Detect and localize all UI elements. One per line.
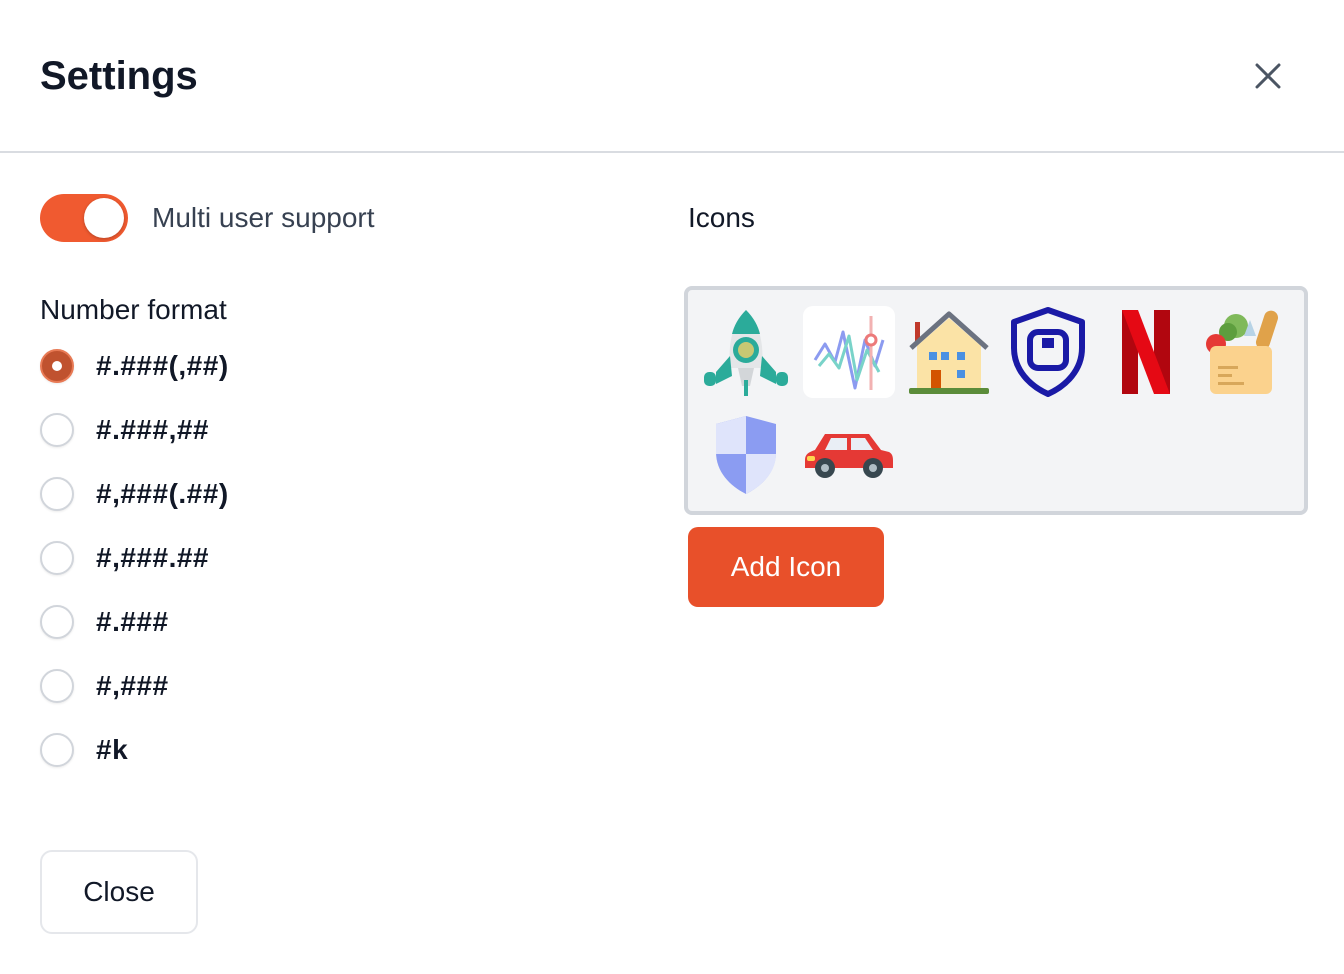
close-button[interactable]: Close <box>40 850 198 934</box>
number-format-option[interactable]: #.###,## <box>40 410 209 450</box>
shield-icon[interactable] <box>700 408 792 500</box>
car-icon[interactable] <box>803 408 895 500</box>
close-icon[interactable] <box>1244 52 1292 100</box>
radio-button[interactable] <box>40 541 74 575</box>
number-format-label: #,###.## <box>96 542 209 573</box>
netflix-logo-icon[interactable] <box>1100 306 1192 398</box>
rocket-icon[interactable] <box>700 306 792 398</box>
number-format-option[interactable]: #k <box>40 730 128 770</box>
number-format-label: #.### <box>96 606 169 637</box>
modal-title: Settings <box>40 54 198 98</box>
number-format-option[interactable]: #.### <box>40 602 169 642</box>
icons-title: Icons <box>688 202 755 233</box>
multi-user-label: Multi user support <box>152 202 375 233</box>
multi-user-toggle[interactable] <box>40 194 128 242</box>
shield-square-icon[interactable] <box>1002 306 1094 398</box>
number-format-option[interactable]: #,### <box>40 666 169 706</box>
number-format-label: #.###,## <box>96 414 209 445</box>
number-format-label: #k <box>96 734 129 765</box>
radio-button[interactable] <box>40 477 74 511</box>
number-format-label: #,### <box>96 670 169 701</box>
number-format-label: #,###(.##) <box>96 478 229 509</box>
number-format-option[interactable]: #.###(,##) <box>40 346 229 386</box>
number-format-label: #.###(,##) <box>96 350 229 381</box>
icon-grid <box>684 286 1308 515</box>
radio-button[interactable] <box>40 605 74 639</box>
radio-button[interactable] <box>40 349 74 383</box>
toggle-knob <box>84 198 124 238</box>
add-icon-button[interactable]: Add Icon <box>688 527 884 607</box>
radio-button[interactable] <box>40 733 74 767</box>
grocery-bag-icon[interactable] <box>1196 306 1288 398</box>
modal-header: Settings <box>0 0 1344 153</box>
number-format-option[interactable]: #,###(.##) <box>40 474 229 514</box>
number-format-option[interactable]: #,###.## <box>40 538 209 578</box>
chart-line-icon[interactable] <box>803 306 895 398</box>
radio-button[interactable] <box>40 669 74 703</box>
number-format-title: Number format <box>40 294 227 325</box>
radio-button[interactable] <box>40 413 74 447</box>
house-icon[interactable] <box>903 306 995 398</box>
